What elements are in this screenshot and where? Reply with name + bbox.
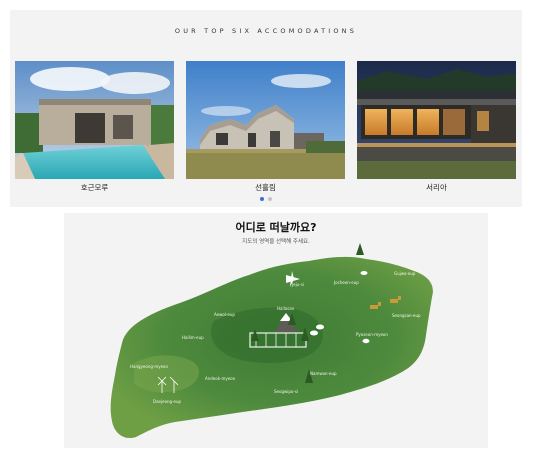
region-map-section: 어디로 떠날까요? 지도의 영역을 선택해 주세요. Jeju-si Joche…	[64, 213, 488, 448]
area-jocheon[interactable]: Jocheon-eup	[334, 280, 359, 285]
section-title: OUR TOP SIX ACCOMODATIONS	[174, 27, 358, 35]
accommodation-name[interactable]: 선흘림	[186, 182, 345, 193]
area-seogwipo[interactable]: Seogwipo-si	[274, 389, 298, 394]
area-gujwa[interactable]: Gujwa-eup	[394, 271, 415, 276]
area-hallim[interactable]: Hallim-eup	[182, 335, 204, 340]
area-jeju-si[interactable]: Jeju-si	[292, 282, 304, 287]
area-hangyeong[interactable]: Hangyeong-myeon	[130, 364, 168, 369]
area-namwon[interactable]: Namwon-eup	[310, 371, 337, 376]
pagination-dot-active[interactable]	[260, 197, 264, 201]
accommodation-card-3[interactable]: 서리아	[357, 61, 516, 193]
area-halla[interactable]: Hallasan	[277, 306, 294, 311]
area-andeok[interactable]: Andeok-myeon	[205, 376, 235, 381]
accommodations-section: OUR TOP SIX ACCOMODATIONS 호근모루 선흘림 서리아	[10, 10, 522, 207]
concrete-house-photo[interactable]	[186, 61, 345, 179]
pagination-dot[interactable]	[268, 197, 272, 201]
night-glass-house-photo[interactable]	[357, 61, 516, 179]
accommodation-name[interactable]: 호근모루	[15, 182, 174, 193]
area-daejeong[interactable]: Daejeong-eup	[153, 399, 181, 404]
carousel-pagination	[10, 197, 522, 201]
area-aewol[interactable]: Aewol-eup	[214, 312, 235, 317]
area-seongsan[interactable]: Seongsan-eup	[392, 313, 421, 318]
villa-pool-photo[interactable]	[15, 61, 174, 179]
accommodation-name[interactable]: 서리아	[357, 182, 516, 193]
area-pyoseon[interactable]: Pyoseon-myeon	[356, 332, 388, 337]
accommodation-card-1[interactable]: 호근모루	[15, 61, 174, 193]
jeju-island-map[interactable]	[64, 213, 488, 448]
accommodation-card-2[interactable]: 선흘림	[186, 61, 345, 193]
